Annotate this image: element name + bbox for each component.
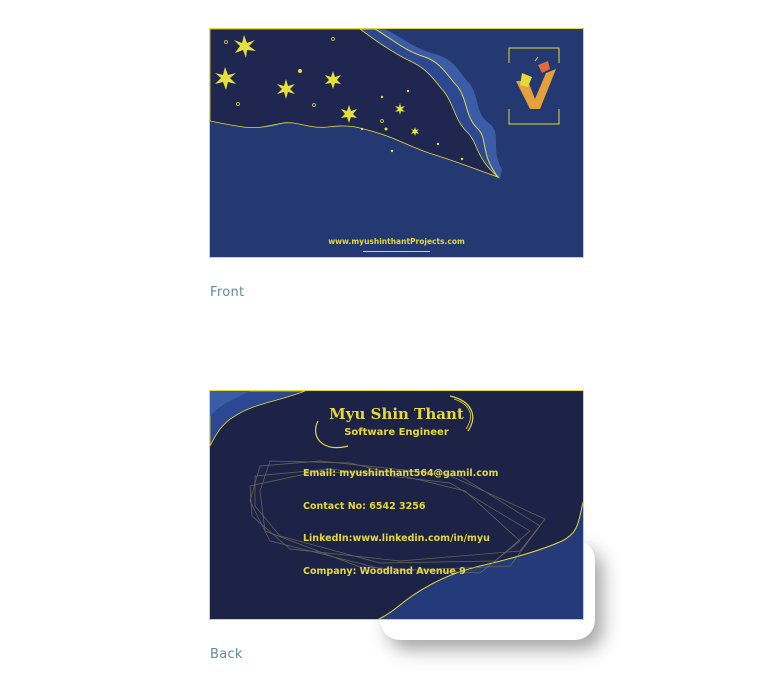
company-text: Company: Woodland Avenue 9 xyxy=(303,566,466,577)
linkedin-text[interactable]: LinkedIn:www.linkedin.com/in/myu xyxy=(303,533,490,544)
logo-icon xyxy=(506,47,562,125)
back-caption: Back xyxy=(210,647,243,662)
front-caption: Front xyxy=(210,285,245,300)
star-dot-icon xyxy=(406,89,410,93)
star-dot-icon xyxy=(390,149,394,153)
star-dot-icon xyxy=(380,95,384,99)
person-name: Myu Shin Thant xyxy=(329,405,464,423)
corner-wave-bottom-right xyxy=(377,500,583,619)
website-url[interactable]: www.myushinthantProjects.com xyxy=(210,237,583,246)
business-card-back: Myu Shin Thant Software Engineer Email: … xyxy=(209,390,584,620)
star-dot-icon xyxy=(460,157,464,161)
star-dot-icon xyxy=(360,127,364,131)
business-card-front: www.myushinthantProjects.com xyxy=(209,28,584,258)
phone-text: Contact No: 6542 3256 xyxy=(303,501,426,512)
star-dot-icon xyxy=(436,142,440,146)
website-underline xyxy=(363,251,430,252)
star-dot-icon xyxy=(298,69,302,73)
front-artwork xyxy=(210,29,562,179)
star-dot-icon xyxy=(384,127,388,131)
job-title: Software Engineer xyxy=(344,427,449,438)
email-text[interactable]: Email: myushinthant564@gamil.com xyxy=(303,468,498,479)
